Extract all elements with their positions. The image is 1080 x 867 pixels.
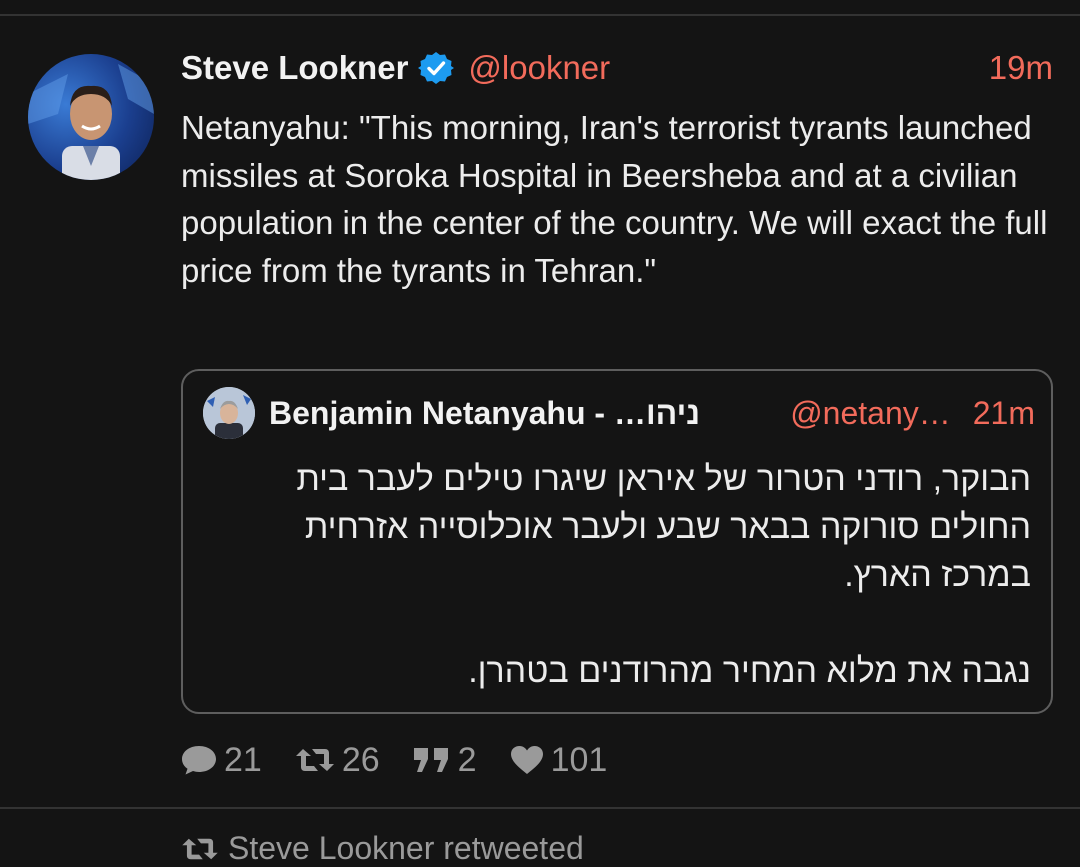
tweet-timestamp[interactable]: 19m: [989, 49, 1053, 87]
quote-button[interactable]: 2: [412, 741, 477, 780]
next-tweet-retweet-context[interactable]: Steve Lookner retweeted: [180, 830, 584, 867]
top-divider: [0, 14, 1080, 16]
author-name[interactable]: Steve Lookner: [181, 49, 408, 87]
reply-button[interactable]: 21: [180, 741, 262, 780]
reply-count: 21: [224, 740, 262, 779]
quoted-author-avatar[interactable]: [203, 387, 255, 439]
quoted-tweet-text: הבוקר, רודני הטרור של איראן שיגרו טילים …: [211, 455, 1031, 695]
quote-icon: [413, 748, 448, 772]
quoted-paragraph: הבוקר, רודני הטרור של איראן שיגרו טילים …: [296, 460, 1031, 594]
quoted-paragraph: נגבה את מלוא המחיר מהרודנים בטהרן.: [468, 652, 1031, 690]
tweet-actions: 21 26 2 101: [180, 738, 639, 782]
tweet-text: Netanyahu: "This morning, Iran's terrori…: [181, 109, 1057, 289]
author-avatar[interactable]: [28, 54, 154, 180]
quoted-author-handle[interactable]: @netany…: [790, 395, 951, 432]
author-handle[interactable]: @lookner: [468, 49, 610, 87]
like-button[interactable]: 101: [509, 740, 608, 780]
quoted-author-name[interactable]: Benjamin Netanyahu - …ניהו: [269, 395, 700, 432]
retweet-icon: [295, 749, 334, 771]
verified-badge-icon: [418, 50, 455, 86]
like-count: 101: [550, 740, 608, 779]
tweet-header: Steve Lookner @lookner 19m: [181, 46, 1053, 90]
bottom-divider: [0, 807, 1080, 809]
retweet-count: 26: [341, 740, 380, 779]
quoted-tweet-header: Benjamin Netanyahu - …ניהו @netany… 21m: [269, 391, 1035, 435]
retweet-icon: [182, 838, 218, 859]
retweeted-by-label: Steve Lookner retweeted: [228, 830, 584, 866]
quoted-tweet-timestamp[interactable]: 21m: [973, 395, 1035, 432]
reply-icon: [182, 746, 216, 775]
quote-count: 2: [457, 740, 477, 779]
heart-icon: [510, 746, 543, 774]
quoted-tweet-card[interactable]: Benjamin Netanyahu - …ניהו @netany… 21m …: [181, 369, 1053, 714]
retweet-button[interactable]: 26: [294, 741, 380, 780]
